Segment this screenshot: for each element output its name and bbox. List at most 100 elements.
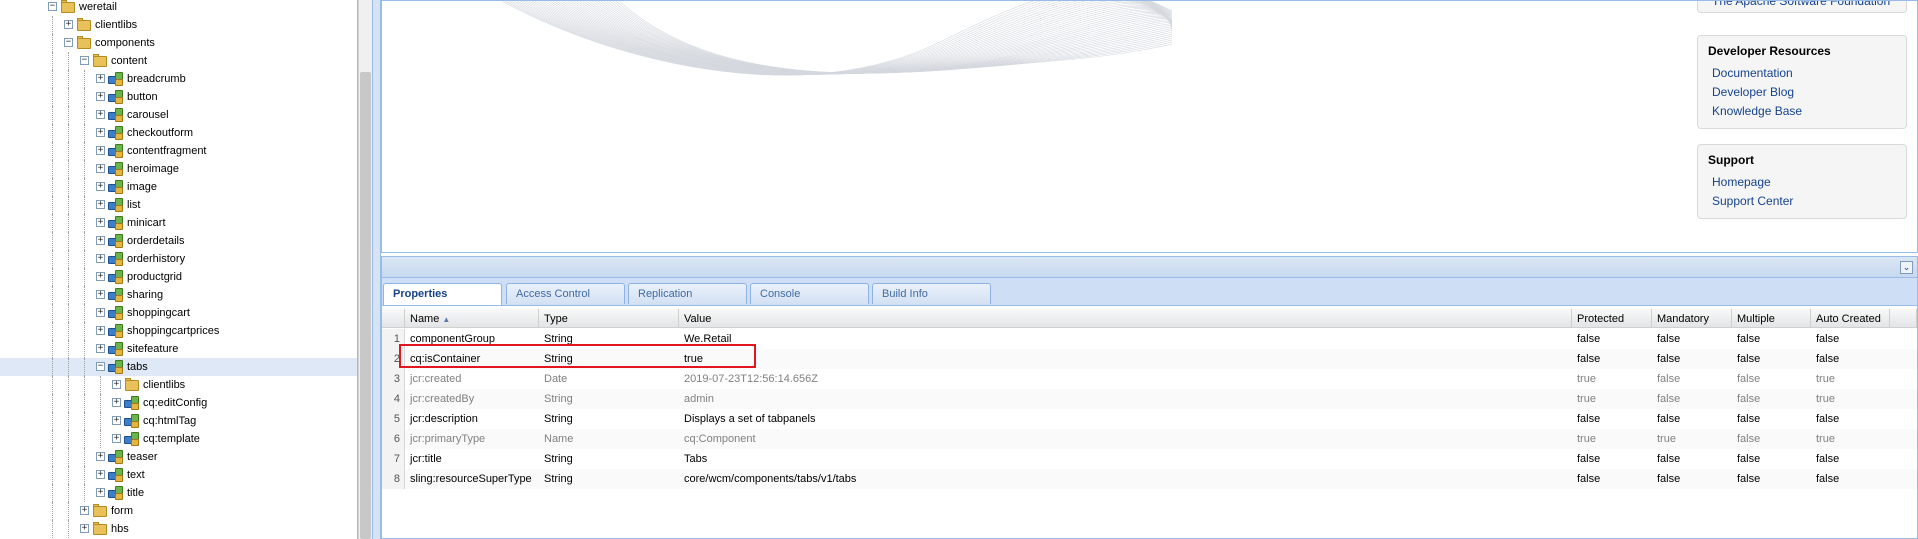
expand-icon[interactable]: + <box>96 182 105 191</box>
tree-node[interactable]: + hbs <box>0 520 357 538</box>
expand-icon[interactable]: + <box>96 488 105 497</box>
tree-node[interactable]: + teaser <box>0 448 357 466</box>
expand-icon[interactable]: + <box>96 74 105 83</box>
expand-icon[interactable]: + <box>96 290 105 299</box>
expand-icon[interactable]: + <box>96 110 105 119</box>
tree-guide-line <box>84 88 85 106</box>
tree-node[interactable]: + cq:template <box>0 430 357 448</box>
header-auto-created[interactable]: Auto Created <box>1811 309 1890 328</box>
repository-tree[interactable]: − weretail + clientlibs − components − content +… <box>0 0 358 539</box>
panel-splitter[interactable] <box>372 0 381 539</box>
tree-node[interactable]: + button <box>0 88 357 106</box>
header-type[interactable]: Type <box>539 309 679 328</box>
expand-icon[interactable]: + <box>96 326 105 335</box>
expand-icon[interactable]: + <box>80 506 89 515</box>
tree-guide-line <box>100 430 101 448</box>
expand-icon[interactable]: + <box>96 452 105 461</box>
collapse-icon[interactable]: − <box>48 2 57 11</box>
cell-multiple: false <box>1737 333 1761 345</box>
tab-console[interactable]: Console <box>750 283 869 304</box>
expand-icon[interactable]: + <box>112 380 121 389</box>
expand-icon[interactable]: + <box>96 164 105 173</box>
tree-node[interactable]: − tabs <box>0 358 357 376</box>
header-value[interactable]: Value <box>679 309 1572 328</box>
double-chevron-down-icon[interactable]: ⌄ <box>1900 261 1913 274</box>
support-center-link[interactable]: Support Center <box>1708 192 1896 211</box>
tree-node[interactable]: − weretail <box>0 0 357 16</box>
expand-icon[interactable]: + <box>96 92 105 101</box>
tree-node[interactable]: + contentfragment <box>0 142 357 160</box>
tab-replication[interactable]: Replication <box>628 283 747 304</box>
developer-blog-link[interactable]: Developer Blog <box>1708 83 1896 102</box>
expand-icon[interactable]: + <box>96 308 105 317</box>
tree-node[interactable]: + minicart <box>0 214 357 232</box>
homepage-link[interactable]: Homepage <box>1708 173 1896 192</box>
tree-node-label: orderhistory <box>127 253 186 265</box>
expand-icon[interactable]: + <box>96 236 105 245</box>
expand-icon[interactable]: + <box>96 218 105 227</box>
tree-node[interactable]: + list <box>0 196 357 214</box>
tree-node[interactable]: + carousel <box>0 106 357 124</box>
table-row[interactable]: 8 sling:resourceSuperType String core/wcm/c… <box>382 469 1917 489</box>
tree-node[interactable]: + title <box>0 484 357 502</box>
tree-node[interactable]: + cq:htmlTag <box>0 412 357 430</box>
header-protected[interactable]: Protected <box>1572 309 1652 328</box>
tree-node[interactable]: + breadcrumb <box>0 70 357 88</box>
tree-node[interactable]: + shoppingcartprices <box>0 322 357 340</box>
collapse-icon[interactable]: − <box>80 56 89 65</box>
tree-node[interactable]: + image <box>0 178 357 196</box>
tree-node-label: heroimage <box>127 163 179 175</box>
table-row[interactable]: 1 componentGroup String We.Retail false false… <box>382 329 1917 349</box>
table-row[interactable]: 2 cq:isContainer String true false false false… <box>382 349 1917 369</box>
collapse-icon[interactable]: − <box>96 362 105 371</box>
tab-access-control[interactable]: Access Control <box>506 283 625 304</box>
tree-node[interactable]: + orderdetails <box>0 232 357 250</box>
tree-node[interactable]: + clientlibs <box>0 376 357 394</box>
tree-node[interactable]: + checkoutform <box>0 124 357 142</box>
table-row[interactable]: 4 jcr:createdBy String admin true false false t… <box>382 389 1917 409</box>
foundation-link[interactable]: The Apache Software Foundation <box>1708 1 1896 8</box>
cell-multiple: false <box>1737 373 1761 385</box>
tree-scrollbar-thumb[interactable] <box>360 72 371 539</box>
tree-node[interactable]: + shoppingcart <box>0 304 357 322</box>
table-row[interactable]: 3 jcr:created Date 2019-07-23T12:56:14.656Z… <box>382 369 1917 389</box>
documentation-link[interactable]: Documentation <box>1708 64 1896 83</box>
tree-node[interactable]: + heroimage <box>0 160 357 178</box>
tab-build-info[interactable]: Build Info <box>872 283 991 304</box>
tab-properties[interactable]: Properties <box>383 283 502 305</box>
header-name[interactable]: Name ▲ <box>405 309 539 328</box>
tree-node[interactable]: + orderhistory <box>0 250 357 268</box>
tree-scrollbar[interactable] <box>358 0 372 539</box>
tree-node[interactable]: − content <box>0 52 357 70</box>
expand-icon[interactable]: + <box>112 398 121 407</box>
expand-icon[interactable]: + <box>96 272 105 281</box>
expand-icon[interactable]: + <box>96 128 105 137</box>
expand-icon[interactable]: + <box>96 344 105 353</box>
expand-icon[interactable]: + <box>96 254 105 263</box>
table-row[interactable]: 7 jcr:title String Tabs false false false false <box>382 449 1917 469</box>
tree-node[interactable]: + sharing <box>0 286 357 304</box>
expand-icon[interactable]: + <box>80 524 89 533</box>
tree-guide-line <box>52 232 53 250</box>
tree-node[interactable]: + productgrid <box>0 268 357 286</box>
expand-icon[interactable]: + <box>64 20 73 29</box>
tree-node[interactable]: + sitefeature <box>0 340 357 358</box>
knowledge-base-link[interactable]: Knowledge Base <box>1708 102 1896 121</box>
row-number: 7 <box>382 449 405 469</box>
header-mandatory[interactable]: Mandatory <box>1652 309 1732 328</box>
properties-grid: Name ▲ Type Value Protected Mandatory Mul… <box>381 305 1918 539</box>
expand-icon[interactable]: + <box>112 416 121 425</box>
expand-icon[interactable]: + <box>96 200 105 209</box>
table-row[interactable]: 6 jcr:primaryType Name cq:Component true true… <box>382 429 1917 449</box>
collapse-icon[interactable]: − <box>64 38 73 47</box>
expand-icon[interactable]: + <box>112 434 121 443</box>
header-multiple[interactable]: Multiple <box>1732 309 1811 328</box>
tree-node[interactable]: + text <box>0 466 357 484</box>
expand-icon[interactable]: + <box>96 146 105 155</box>
tree-node[interactable]: + form <box>0 502 357 520</box>
expand-icon[interactable]: + <box>96 470 105 479</box>
tree-node[interactable]: + clientlibs <box>0 16 357 34</box>
tree-node[interactable]: + cq:editConfig <box>0 394 357 412</box>
tree-node[interactable]: − components <box>0 34 357 52</box>
table-row[interactable]: 5 jcr:description String Displays a set of … <box>382 409 1917 429</box>
